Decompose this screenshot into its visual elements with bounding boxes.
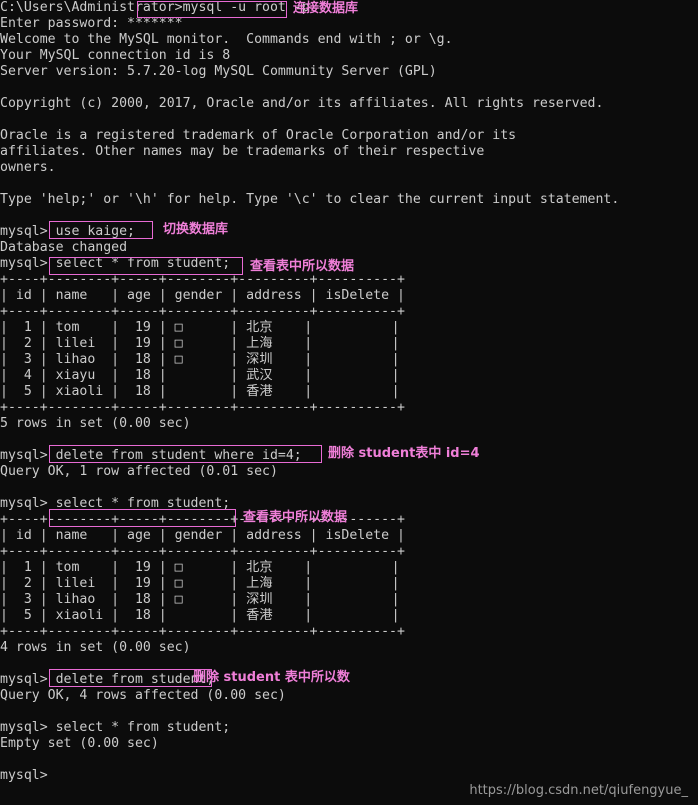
- terminal-line: Empty set (0.00 sec): [0, 736, 159, 751]
- terminal-line: | 3 | lihao | 18 | □ | 深圳 | |: [0, 352, 400, 367]
- terminal-line: owners.: [0, 160, 56, 175]
- annotation-label: 连接数据库: [293, 1, 359, 16]
- terminal-line: | 2 | lilei | 19 | □ | 上海 | |: [0, 576, 400, 591]
- terminal-line: 4 rows in set (0.00 sec): [0, 640, 191, 655]
- watermark: https://blog.csdn.net/qiufengyue_: [469, 783, 688, 798]
- terminal-line: Your MySQL connection id is 8: [0, 48, 231, 63]
- annotation-label: 查看表中所以数据: [243, 510, 348, 525]
- terminal-line: affiliates. Other names may be trademark…: [0, 144, 485, 159]
- terminal-window: C:\Users\Administrator>mysql -u root -p E…: [0, 0, 698, 805]
- terminal-line: +----+--------+-----+--------+---------+…: [0, 400, 405, 415]
- annotation-label: 切换数据库: [163, 222, 229, 237]
- terminal-line: Query OK, 4 rows affected (0.00 sec): [0, 688, 286, 703]
- terminal-line: Copyright (c) 2000, 2017, Oracle and/or …: [0, 96, 604, 111]
- terminal-line: | 1 | tom | 19 | □ | 北京 | |: [0, 560, 400, 575]
- terminal-line: Oracle is a registered trademark of Orac…: [0, 128, 517, 143]
- terminal-line: | 3 | lihao | 18 | □ | 深圳 | |: [0, 592, 400, 607]
- terminal-line: +----+--------+-----+--------+---------+…: [0, 624, 405, 639]
- terminal-output[interactable]: C:\Users\Administrator>mysql -u root -p E…: [0, 0, 698, 784]
- terminal-line: Database changed: [0, 240, 128, 255]
- terminal-line: Enter password: *******: [0, 16, 183, 31]
- terminal-line: mysql>: [0, 768, 48, 783]
- terminal-line: | id | name | age | gender | address | i…: [0, 528, 405, 543]
- terminal-line: +----+--------+-----+--------+---------+…: [0, 304, 405, 319]
- terminal-line: mysql> use kaige;: [0, 224, 135, 239]
- terminal-line: 5 rows in set (0.00 sec): [0, 416, 191, 431]
- terminal-line: | 5 | xiaoli | 18 | | 香港 | |: [0, 608, 400, 623]
- terminal-line: mysql> select * from student;: [0, 496, 231, 511]
- terminal-line: +----+--------+-----+--------+---------+…: [0, 544, 405, 559]
- terminal-line: Type 'help;' or '\h' for help. Type '\c'…: [0, 192, 620, 207]
- annotation-label: 查看表中所以数据: [250, 259, 355, 274]
- terminal-line: | 1 | tom | 19 | □ | 北京 | |: [0, 320, 400, 335]
- annotation-label: 删除 student表中 id=4: [328, 446, 480, 461]
- terminal-line: | 4 | xiayu | 18 | | 武汉 | |: [0, 368, 400, 383]
- terminal-line: Server version: 5.7.20-log MySQL Communi…: [0, 64, 437, 79]
- terminal-line: | id | name | age | gender | address | i…: [0, 288, 405, 303]
- terminal-line: | 5 | xiaoli | 18 | | 香港 | |: [0, 384, 400, 399]
- terminal-line: Welcome to the MySQL monitor. Commands e…: [0, 32, 453, 47]
- terminal-line: mysql> select * from student;: [0, 720, 231, 735]
- annotation-label: 删除 student 表中所以数: [193, 670, 350, 685]
- terminal-line: +----+--------+-----+--------+---------+…: [0, 512, 405, 527]
- terminal-line: | 2 | lilei | 19 | □ | 上海 | |: [0, 336, 400, 351]
- terminal-line: Query OK, 1 row affected (0.01 sec): [0, 464, 278, 479]
